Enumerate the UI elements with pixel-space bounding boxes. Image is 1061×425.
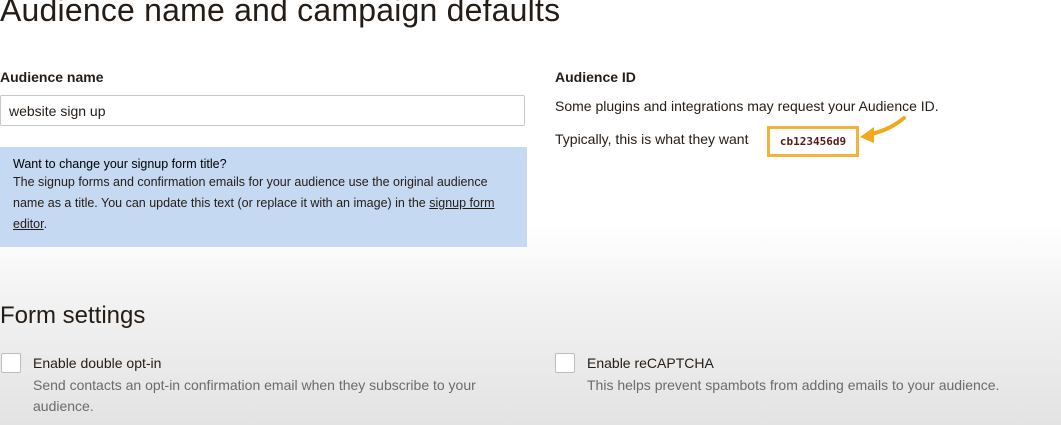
audience-name-label: Audience name <box>0 69 104 85</box>
signup-title-notice: Want to change your signup form title? T… <box>0 147 527 247</box>
notice-end: . <box>43 217 48 231</box>
page-title: Audience name and campaign defaults <box>0 0 561 28</box>
form-settings-title: Form settings <box>0 302 146 329</box>
audience-id-hint: Typically, this is what they want <box>555 131 749 147</box>
notice-body: The signup forms and confirmation emails… <box>13 175 488 210</box>
double-optin-label: Enable double opt-in <box>33 355 162 371</box>
recaptcha-checkbox[interactable] <box>555 353 575 373</box>
double-optin-description: Send contacts an opt-in confirmation ema… <box>33 377 476 414</box>
audience-name-input[interactable] <box>0 95 525 126</box>
recaptcha-label: Enable reCAPTCHA <box>587 355 714 371</box>
double-optin-checkbox[interactable] <box>1 353 21 373</box>
audience-id-value: cb123456d9 <box>779 135 847 148</box>
audience-id-label: Audience ID <box>555 69 636 85</box>
recaptcha-description: This helps prevent spambots from adding … <box>587 377 1000 393</box>
audience-id-highlight: cb123456d9 <box>767 126 859 157</box>
arrow-icon <box>860 116 906 143</box>
notice-title: Want to change your signup form title? <box>13 157 227 171</box>
